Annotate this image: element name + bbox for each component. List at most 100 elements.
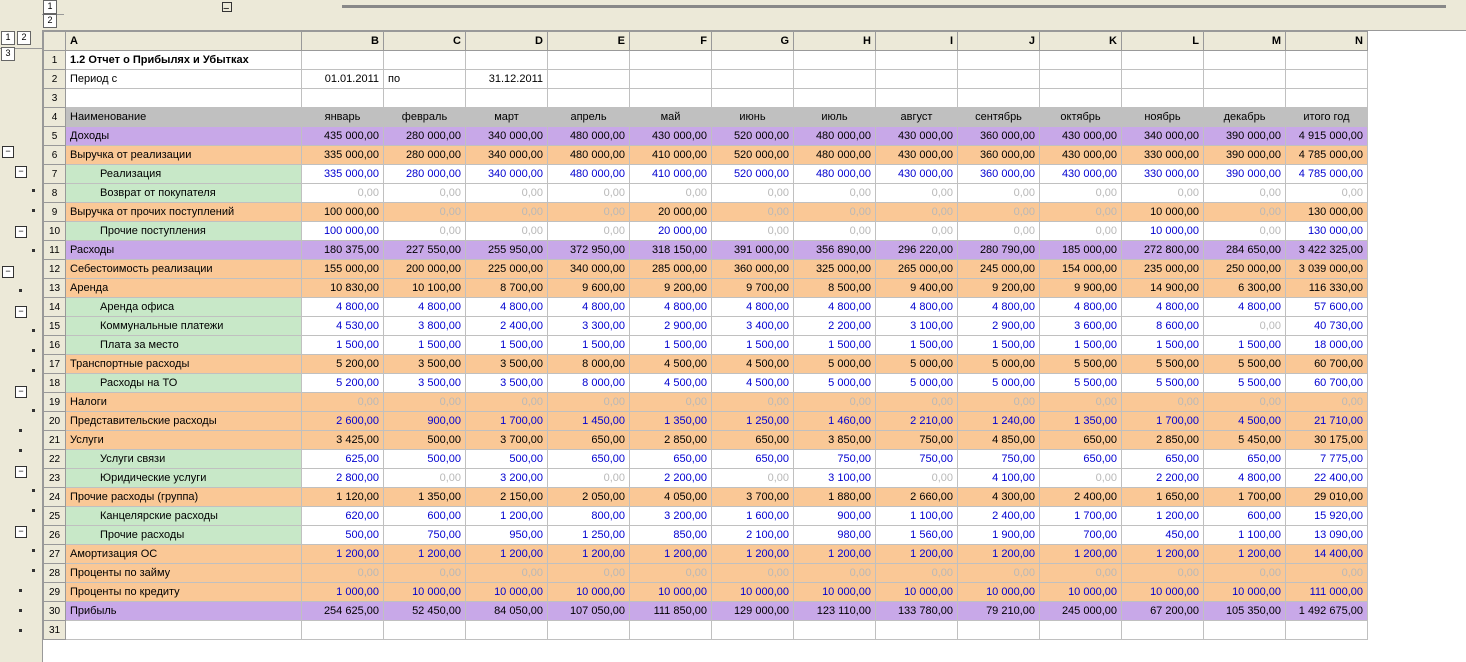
cell-value[interactable]: 900,00 [384,412,466,431]
col-outline-collapse[interactable]: − [222,2,232,12]
cell-value[interactable]: 390 000,00 [1204,146,1286,165]
cell-value[interactable]: 0,00 [876,184,958,203]
cell-value[interactable]: 133 780,00 [876,602,958,621]
cell-value[interactable]: 3 850,00 [794,431,876,450]
cell-value[interactable]: 520 000,00 [712,165,794,184]
cell-value[interactable]: 750,00 [958,450,1040,469]
cell-value[interactable]: 2 850,00 [1122,431,1204,450]
cell-value[interactable]: 0,00 [958,184,1040,203]
cell-value[interactable]: 0,00 [384,564,466,583]
cell-value[interactable]: 6 300,00 [1204,279,1286,298]
row-name[interactable]: Услуги [66,431,302,450]
row-name[interactable]: Аренда [66,279,302,298]
cell-value[interactable]: 280 000,00 [384,165,466,184]
cell-value[interactable]: 8 600,00 [1122,317,1204,336]
row-name[interactable]: Расходы [66,241,302,260]
row-header-16[interactable]: 16 [44,336,66,355]
cell-value[interactable]: 4 500,00 [630,355,712,374]
row-header-31[interactable]: 31 [44,621,66,640]
cell-value[interactable]: 20 000,00 [630,203,712,222]
spreadsheet-canvas[interactable]: ABCDEFGHIJKLMN11.2 Отчет о Прибылях и Уб… [42,30,1466,662]
cell-value[interactable]: 2 200,00 [794,317,876,336]
cell-value[interactable]: 10 000,00 [712,583,794,602]
cell-value[interactable]: 1 200,00 [794,545,876,564]
cell-value[interactable]: 0,00 [794,222,876,241]
cell-value[interactable]: 0,00 [1122,393,1204,412]
cell-value[interactable]: 285 000,00 [630,260,712,279]
cell-value[interactable]: 185 000,00 [1040,241,1122,260]
cell-value[interactable]: 0,00 [1204,393,1286,412]
cell-value[interactable]: 650,00 [1204,450,1286,469]
cell-value[interactable]: 0,00 [958,203,1040,222]
row-outline-level-3[interactable]: 3 [1,47,15,61]
row-name[interactable]: Услуги связи [66,450,302,469]
cell-value[interactable]: 391 000,00 [712,241,794,260]
cell-value[interactable]: 2 600,00 [302,412,384,431]
cell-value[interactable]: 2 400,00 [958,507,1040,526]
cell-value[interactable]: 4 100,00 [958,469,1040,488]
col-header-N[interactable]: N [1286,32,1368,51]
row-header-6[interactable]: 6 [44,146,66,165]
row-name[interactable]: Прибыль [66,602,302,621]
cell-value[interactable]: 1 200,00 [384,545,466,564]
cell-value[interactable]: 2 400,00 [1040,488,1122,507]
cell-value[interactable]: 0,00 [712,222,794,241]
cell-value[interactable]: 1 200,00 [302,545,384,564]
cell-value[interactable]: 3 800,00 [384,317,466,336]
cell-value[interactable]: 10 000,00 [1040,583,1122,602]
row-header-10[interactable]: 10 [44,222,66,241]
cell-value[interactable]: 4 800,00 [630,298,712,317]
cell-value[interactable]: 480 000,00 [548,127,630,146]
cell-value[interactable]: 1 500,00 [1204,336,1286,355]
cell-value[interactable]: 2 100,00 [712,526,794,545]
cell-value[interactable]: 430 000,00 [630,127,712,146]
row-header-2[interactable]: 2 [44,70,66,89]
cell-value[interactable]: 3 500,00 [466,374,548,393]
cell-value[interactable]: 272 800,00 [1122,241,1204,260]
row-header-19[interactable]: 19 [44,393,66,412]
row-name[interactable]: Возврат от покупателя [66,184,302,203]
cell-value[interactable]: 100 000,00 [302,203,384,222]
cell-value[interactable]: 0,00 [876,564,958,583]
col-header-E[interactable]: E [548,32,630,51]
cell-value[interactable]: 1 200,00 [1122,545,1204,564]
cell-value[interactable]: 254 625,00 [302,602,384,621]
cell-value[interactable]: 0,00 [466,393,548,412]
cell-value[interactable]: 57 600,00 [1286,298,1368,317]
cell-value[interactable]: 430 000,00 [876,146,958,165]
cell-value[interactable]: 10 000,00 [1122,203,1204,222]
cell-value[interactable]: 0,00 [1122,184,1204,203]
cell-value[interactable]: 14 400,00 [1286,545,1368,564]
row-name[interactable]: Выручка от реализации [66,146,302,165]
cell-value[interactable]: 40 730,00 [1286,317,1368,336]
cell-value[interactable]: 0,00 [794,203,876,222]
cell-value[interactable]: 9 600,00 [548,279,630,298]
cell-value[interactable]: 8 000,00 [548,374,630,393]
cell-value[interactable]: 227 550,00 [384,241,466,260]
row-header-23[interactable]: 23 [44,469,66,488]
row-header-11[interactable]: 11 [44,241,66,260]
cell-value[interactable]: 0,00 [1040,184,1122,203]
cell-value[interactable]: 3 100,00 [876,317,958,336]
cell-value[interactable]: 4 800,00 [1204,469,1286,488]
cell-value[interactable]: 0,00 [384,203,466,222]
cell-value[interactable]: 2 900,00 [958,317,1040,336]
cell-value[interactable]: 0,00 [302,184,384,203]
cell-value[interactable]: 4 800,00 [794,298,876,317]
cell-value[interactable]: 4 800,00 [384,298,466,317]
cell-value[interactable]: 2 850,00 [630,431,712,450]
row-header-27[interactable]: 27 [44,545,66,564]
cell-value[interactable]: 900,00 [794,507,876,526]
cell-value[interactable]: 410 000,00 [630,165,712,184]
cell-value[interactable]: 1 700,00 [1040,507,1122,526]
outline-collapse-button[interactable]: − [15,166,27,178]
cell-value[interactable]: 0,00 [630,184,712,203]
col-header-I[interactable]: I [876,32,958,51]
row-header-17[interactable]: 17 [44,355,66,374]
cell-value[interactable]: 0,00 [384,469,466,488]
row-header-24[interactable]: 24 [44,488,66,507]
cell-value[interactable]: 10 000,00 [466,583,548,602]
cell-value[interactable]: 0,00 [958,393,1040,412]
row-header-13[interactable]: 13 [44,279,66,298]
cell-value[interactable]: 280 790,00 [958,241,1040,260]
